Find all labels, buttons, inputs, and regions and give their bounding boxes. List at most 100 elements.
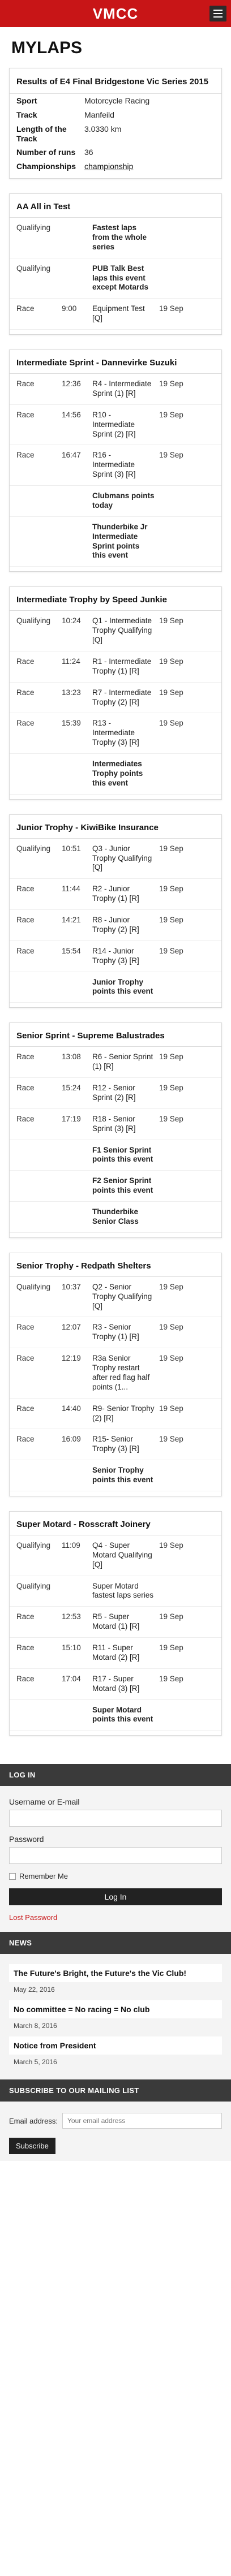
news-item[interactable]: Notice from President March 5, 2016 bbox=[9, 2036, 222, 2070]
session-name[interactable]: R15- Senior Trophy (3) [R] bbox=[92, 1435, 159, 1454]
event-info-panel: Results of E4 Final Bridgestone Vic Seri… bbox=[9, 68, 222, 179]
session-name[interactable]: R7 - Intermediate Trophy (2) [R] bbox=[92, 688, 159, 707]
session-name[interactable]: Senior Trophy points this event bbox=[92, 1466, 159, 1485]
main-content: MYLAPS Results of E4 Final Bridgestone V… bbox=[0, 27, 231, 1762]
login-button[interactable]: Log In bbox=[9, 1888, 222, 1906]
news-date: May 22, 2016 bbox=[9, 1982, 222, 1997]
subscribe-email-input[interactable] bbox=[62, 2113, 222, 2129]
session-name[interactable]: R17 - Super Motard (3) [R] bbox=[92, 1675, 159, 1694]
session-row[interactable]: Qualifying Fastest laps from the whole se… bbox=[10, 218, 221, 258]
session-name[interactable]: R8 - Junior Trophy (2) [R] bbox=[92, 916, 159, 935]
session-row[interactable]: F1 Senior Sprint points this event bbox=[10, 1140, 221, 1171]
news-item[interactable]: The Future's Bright, the Future's the Vi… bbox=[9, 1964, 222, 1997]
session-row[interactable]: Qualifying 10:24 Q1 - Intermediate Trophy … bbox=[10, 611, 221, 651]
session-name[interactable]: R14 - Junior Trophy (3) [R] bbox=[92, 947, 159, 966]
session-name[interactable]: R12 - Senior Sprint (2) [R] bbox=[92, 1084, 159, 1103]
session-row[interactable]: Race 15:39 R13 - Intermediate Trophy (3) [… bbox=[10, 713, 221, 754]
session-row[interactable]: Intermediates Trophy points this event bbox=[10, 754, 221, 795]
news-title[interactable]: Notice from President bbox=[9, 2036, 222, 2055]
news-title[interactable]: The Future's Bright, the Future's the Vi… bbox=[9, 1964, 222, 1983]
session-row[interactable]: Race 16:09 R15- Senior Trophy (3) [R] 19 Se… bbox=[10, 1429, 221, 1461]
session-row[interactable]: Race 11:24 R1 - Intermediate Trophy (1) [R… bbox=[10, 651, 221, 683]
session-name[interactable]: R11 - Super Motard (2) [R] bbox=[92, 1643, 159, 1663]
session-name[interactable]: R13 - Intermediate Trophy (3) [R] bbox=[92, 719, 159, 748]
info-value: 36 bbox=[84, 148, 93, 157]
session-row[interactable]: Race 9:00 Equipment Test [Q] 19 Sep bbox=[10, 299, 221, 330]
session-name[interactable]: F1 Senior Sprint points this event bbox=[92, 1146, 159, 1165]
session-name[interactable]: R1 - Intermediate Trophy (1) [R] bbox=[92, 657, 159, 676]
hamburger-icon[interactable] bbox=[209, 6, 226, 21]
session-name[interactable]: R5 - Super Motard (1) [R] bbox=[92, 1612, 159, 1632]
session-date: 19 Sep bbox=[159, 410, 183, 419]
session-name[interactable]: R4 - Intermediate Sprint (1) [R] bbox=[92, 379, 159, 399]
session-row[interactable]: Clubmans points today bbox=[10, 486, 221, 517]
session-row[interactable]: Qualifying 11:09 Q4 - Super Motard Qualify… bbox=[10, 1535, 221, 1576]
news-item[interactable]: No committee = No racing = No club March … bbox=[9, 2000, 222, 2034]
session-name[interactable]: R2 - Junior Trophy (1) [R] bbox=[92, 884, 159, 904]
session-row[interactable]: Senior Trophy points this event bbox=[10, 1460, 221, 1491]
session-row[interactable]: Qualifying PUB Talk Best laps this event … bbox=[10, 258, 221, 299]
session-name[interactable]: Intermediates Trophy points this event bbox=[92, 760, 159, 788]
lost-password-link[interactable]: Lost Password bbox=[9, 1913, 222, 1922]
sessions-container: AA All in Test Qualifying Fastest laps fro… bbox=[9, 193, 222, 1736]
session-name[interactable]: Super Motard points this event bbox=[92, 1706, 159, 1725]
session-row[interactable]: Race 14:40 R9- Senior Trophy (2) [R] 19 Sep bbox=[10, 1399, 221, 1430]
session-name[interactable]: F2 Senior Sprint points this event bbox=[92, 1176, 159, 1196]
session-row[interactable]: Qualifying Super Motard fastest laps seri… bbox=[10, 1576, 221, 1607]
session-row[interactable]: Race 17:04 R17 - Super Motard (3) [R] 19 Se… bbox=[10, 1669, 221, 1700]
session-row[interactable]: Race 16:47 R16 - Intermediate Sprint (3) [… bbox=[10, 445, 221, 486]
session-row[interactable]: Race 12:07 R3 - Senior Trophy (1) [R] 19 Se… bbox=[10, 1317, 221, 1349]
username-input[interactable] bbox=[9, 1810, 222, 1827]
session-row[interactable]: Race 11:44 R2 - Junior Trophy (1) [R] 19 Se… bbox=[10, 879, 221, 911]
championship-link[interactable]: championship bbox=[84, 162, 133, 171]
session-row[interactable]: Race 14:56 R10 - Intermediate Sprint (2) [… bbox=[10, 405, 221, 446]
session-name[interactable]: Thunderbike Jr Intermediate Sprint point… bbox=[92, 523, 159, 561]
password-input[interactable] bbox=[9, 1847, 222, 1865]
session-type: Qualifying bbox=[16, 616, 51, 625]
session-name[interactable]: R9- Senior Trophy (2) [R] bbox=[92, 1404, 159, 1423]
session-row[interactable]: F2 Senior Sprint points this event bbox=[10, 1171, 221, 1202]
session-row[interactable]: Qualifying 10:37 Q2 - Senior Trophy Qualif… bbox=[10, 1277, 221, 1318]
session-row[interactable]: Super Motard points this event bbox=[10, 1700, 221, 1731]
site-logo[interactable]: VMCC bbox=[93, 5, 139, 23]
session-row[interactable]: Race 14:21 R8 - Junior Trophy (2) [R] 19 Se… bbox=[10, 910, 221, 941]
remember-me[interactable]: Remember Me bbox=[9, 1872, 222, 1880]
session-row[interactable]: Race 15:10 R11 - Super Motard (2) [R] 19 Se… bbox=[10, 1638, 221, 1669]
session-type bbox=[16, 1207, 62, 1227]
session-row[interactable]: Race 12:53 R5 - Super Motard (1) [R] 19 Sep bbox=[10, 1607, 221, 1638]
session-row[interactable]: Race 15:54 R14 - Junior Trophy (3) [R] 19 S… bbox=[10, 941, 221, 972]
session-row[interactable]: Thunderbike Senior Class bbox=[10, 1202, 221, 1233]
session-name[interactable]: Fastest laps from the whole series bbox=[92, 223, 159, 252]
subscribe-button[interactable]: Subscribe bbox=[9, 2138, 55, 2155]
session-name[interactable]: R10 - Intermediate Sprint (2) [R] bbox=[92, 411, 159, 439]
session-name[interactable]: Clubmans points today bbox=[92, 491, 159, 511]
session-name[interactable]: Q2 - Senior Trophy Qualifying [Q] bbox=[92, 1283, 159, 1311]
session-name[interactable]: R18 - Senior Sprint (3) [R] bbox=[92, 1115, 159, 1134]
session-row[interactable]: Race 13:23 R7 - Intermediate Trophy (2) [R… bbox=[10, 683, 221, 714]
remember-checkbox[interactable] bbox=[9, 1872, 16, 1880]
session-row[interactable]: Thunderbike Jr Intermediate Sprint point… bbox=[10, 517, 221, 567]
session-row[interactable]: Race 17:19 R18 - Senior Sprint (3) [R] 19 S… bbox=[10, 1109, 221, 1140]
session-date bbox=[159, 1146, 221, 1165]
session-row[interactable]: Race 12:19 R3a Senior Trophy restart after… bbox=[10, 1348, 221, 1399]
session-time: 12:53 bbox=[62, 1612, 81, 1621]
session-name[interactable]: Q3 - Junior Trophy Qualifying [Q] bbox=[92, 844, 159, 873]
session-name[interactable]: Junior Trophy points this event bbox=[92, 978, 159, 997]
session-row[interactable]: Junior Trophy points this event bbox=[10, 972, 221, 1003]
session-name[interactable]: Thunderbike Senior Class bbox=[92, 1207, 159, 1227]
session-name[interactable]: R3a Senior Trophy restart after red flag… bbox=[92, 1354, 159, 1392]
subscribe-heading: SUBSCRIBE TO OUR MAILING LIST bbox=[0, 2079, 231, 2102]
session-name[interactable]: PUB Talk Best laps this event except Mot… bbox=[92, 264, 159, 293]
session-row[interactable]: Race 13:08 R6 - Senior Sprint (1) [R] 19 Se… bbox=[10, 1047, 221, 1078]
session-name[interactable]: Super Motard fastest laps series bbox=[92, 1582, 159, 1601]
session-name[interactable]: Equipment Test [Q] bbox=[92, 304, 159, 323]
session-row[interactable]: Race 15:24 R12 - Senior Sprint (2) [R] 19 S… bbox=[10, 1078, 221, 1109]
session-name[interactable]: R6 - Senior Sprint (1) [R] bbox=[92, 1052, 159, 1072]
session-row[interactable]: Qualifying 10:51 Q3 - Junior Trophy Qualif… bbox=[10, 839, 221, 879]
session-row[interactable]: Race 12:36 R4 - Intermediate Sprint (1) [R… bbox=[10, 374, 221, 405]
session-name[interactable]: R16 - Intermediate Sprint (3) [R] bbox=[92, 451, 159, 480]
news-title[interactable]: No committee = No racing = No club bbox=[9, 2000, 222, 2019]
session-name[interactable]: Q1 - Intermediate Trophy Qualifying [Q] bbox=[92, 616, 159, 645]
session-name[interactable]: R3 - Senior Trophy (1) [R] bbox=[92, 1323, 159, 1342]
session-name[interactable]: Q4 - Super Motard Qualifying [Q] bbox=[92, 1541, 159, 1570]
